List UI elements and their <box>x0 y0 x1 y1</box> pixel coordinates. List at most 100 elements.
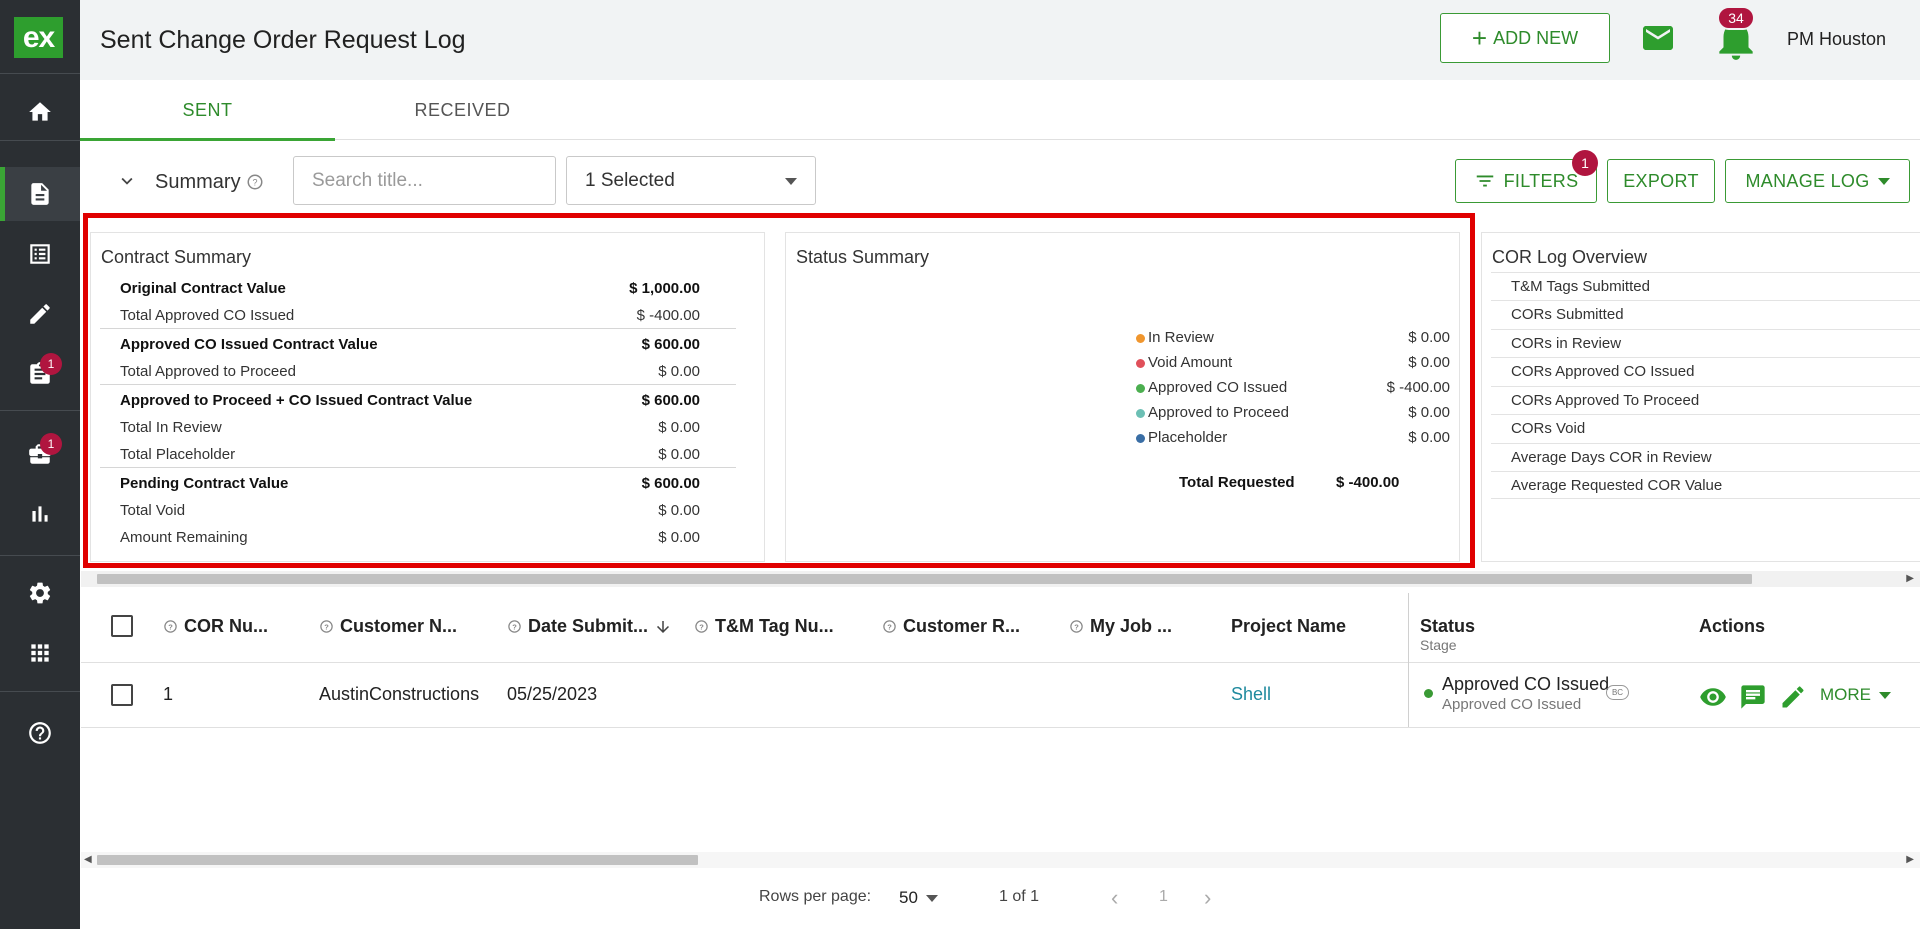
current-page: 1 <box>1159 888 1168 905</box>
next-page-icon[interactable]: › <box>1204 885 1211 911</box>
column-label: Customer R... <box>903 616 1021 636</box>
summary-toggle-label[interactable]: Summary <box>155 171 241 194</box>
scroll-right-arrow[interactable]: ▶ <box>1906 854 1914 865</box>
help-icon[interactable]: ? <box>163 619 178 634</box>
contract-summary-title: Contract Summary <box>101 247 252 267</box>
total-requested-value: $ -400.00 <box>1336 474 1400 491</box>
table-scrollbar[interactable]: ◀ ▶ <box>81 852 1920 868</box>
help-icon[interactable]: ? <box>246 173 264 191</box>
filters-badge: 1 <box>1572 150 1598 176</box>
row-value: $ 0.00 <box>658 363 700 380</box>
help-icon[interactable]: ? <box>319 619 334 634</box>
cor-overview-title: COR Log Overview <box>1492 247 1648 267</box>
scrollbar-thumb[interactable] <box>97 855 698 865</box>
row-label: Total Placeholder <box>120 446 236 463</box>
column-header-date-submitted[interactable]: ? Date Submit... <box>507 616 672 637</box>
sidebar-item-briefcase[interactable]: 1 <box>0 427 80 481</box>
row-label: Approved to Proceed + CO Issued Contract… <box>120 392 473 409</box>
select-all-checkbox[interactable] <box>111 615 133 637</box>
column-subheader-stage: Stage <box>1420 637 1457 653</box>
tab-sent[interactable]: SENT <box>80 80 335 141</box>
more-actions-button[interactable]: MORE <box>1820 685 1891 705</box>
svg-text:?: ? <box>1074 622 1079 631</box>
sidebar-item-reports[interactable] <box>0 487 80 541</box>
column-header-cor-number[interactable]: ? COR Nu... <box>163 616 268 637</box>
column-label: Date Submit... <box>528 616 649 636</box>
app-logo[interactable]: ex <box>14 17 63 58</box>
overview-item: CORs Submitted <box>1491 300 1920 328</box>
manage-log-button[interactable]: MANAGE LOG <box>1725 159 1910 203</box>
column-header-tm-tag[interactable]: ? T&M Tag Nu... <box>694 616 834 637</box>
sidebar-item-help[interactable] <box>0 706 80 760</box>
sidebar-divider <box>0 410 80 411</box>
sidebar-item-documents[interactable] <box>0 167 80 221</box>
column-header-actions: Actions <box>1699 616 1765 637</box>
row-checkbox[interactable] <box>111 684 133 706</box>
view-eye-icon[interactable] <box>1699 683 1727 711</box>
column-header-customer-name[interactable]: ? Customer N... <box>319 616 457 637</box>
help-icon[interactable]: ? <box>694 619 709 634</box>
row-value: $ 0.00 <box>658 502 700 519</box>
row-value: $ 0.00 <box>658 529 700 546</box>
column-header-customer-ref[interactable]: ? Customer R... <box>882 616 1020 637</box>
list-icon <box>30 244 50 264</box>
rows-per-page-select[interactable]: 50 <box>899 888 918 908</box>
tab-received[interactable]: RECEIVED <box>335 80 590 140</box>
sidebar-item-clipboard[interactable]: 1 <box>0 347 80 401</box>
column-header-my-job[interactable]: ? My Job ... <box>1069 616 1172 637</box>
filter-icon <box>1476 175 1493 187</box>
sidebar-item-settings[interactable] <box>0 566 80 620</box>
add-new-label: ADD NEW <box>1493 27 1579 48</box>
divider <box>100 328 736 329</box>
cell-stage: Approved CO Issued <box>1442 696 1582 713</box>
log-tabs: SENT RECEIVED <box>80 80 1920 141</box>
filters-label: FILTERS <box>1503 170 1579 191</box>
export-button[interactable]: EXPORT <box>1607 159 1715 203</box>
edit-pencil-icon[interactable] <box>1779 683 1807 711</box>
bc-tag-badge: BC <box>1606 685 1629 700</box>
mail-icon[interactable] <box>1638 20 1678 56</box>
legend-label: Approved CO Issued <box>1148 379 1288 396</box>
cell-project-name-link[interactable]: Shell <box>1231 684 1271 705</box>
help-icon[interactable]: ? <box>507 619 522 634</box>
scrollbar-thumb[interactable] <box>97 574 1752 584</box>
plus-icon: + <box>1471 23 1488 53</box>
chevron-down-icon[interactable] <box>116 170 138 192</box>
help-icon[interactable]: ? <box>1069 619 1084 634</box>
sidebar-divider <box>0 691 80 692</box>
column-header-project-name[interactable]: Project Name <box>1231 616 1346 637</box>
row-value: $ 0.00 <box>658 419 700 436</box>
column-label: My Job ... <box>1090 616 1173 636</box>
scroll-left-arrow[interactable]: ◀ <box>84 854 92 865</box>
sidebar-item-edit[interactable] <box>0 287 80 341</box>
cell-date-submitted: 05/25/2023 <box>507 684 598 704</box>
summary-scrollbar[interactable]: ▶ <box>81 571 1920 587</box>
home-icon <box>29 102 51 121</box>
sidebar-item-list[interactable] <box>0 227 80 281</box>
search-title-input[interactable] <box>293 156 556 205</box>
row-value: $ 600.00 <box>641 392 700 409</box>
sidebar-item-home[interactable] <box>0 85 80 139</box>
document-icon <box>31 183 49 205</box>
sidebar-divider <box>0 73 80 74</box>
overview-item: CORs in Review <box>1491 329 1920 357</box>
caret-down-icon <box>1877 177 1890 185</box>
row-value: $ 600.00 <box>641 336 700 353</box>
column-header-status[interactable]: Status <box>1420 616 1475 637</box>
prev-page-icon[interactable]: ‹ <box>1111 885 1118 911</box>
status-select[interactable]: 1 Selected <box>566 156 816 205</box>
status-indicator-dot <box>1424 689 1433 698</box>
add-new-button[interactable]: + ADD NEW <box>1440 13 1610 63</box>
caret-down-icon[interactable] <box>926 895 938 902</box>
sort-down-arrow-icon[interactable] <box>654 618 672 636</box>
scroll-right-arrow[interactable]: ▶ <box>1906 573 1914 584</box>
status-summary-title: Status Summary <box>796 247 930 267</box>
sidebar-item-apps[interactable] <box>0 626 80 680</box>
svg-text:?: ? <box>887 622 892 631</box>
row-label: Total In Review <box>120 419 222 436</box>
manage-log-label: MANAGE LOG <box>1745 170 1870 191</box>
user-name[interactable]: PM Houston <box>1787 29 1886 50</box>
comment-icon[interactable] <box>1739 683 1767 711</box>
column-label: Actions <box>1699 616 1766 636</box>
help-icon[interactable]: ? <box>882 619 897 634</box>
